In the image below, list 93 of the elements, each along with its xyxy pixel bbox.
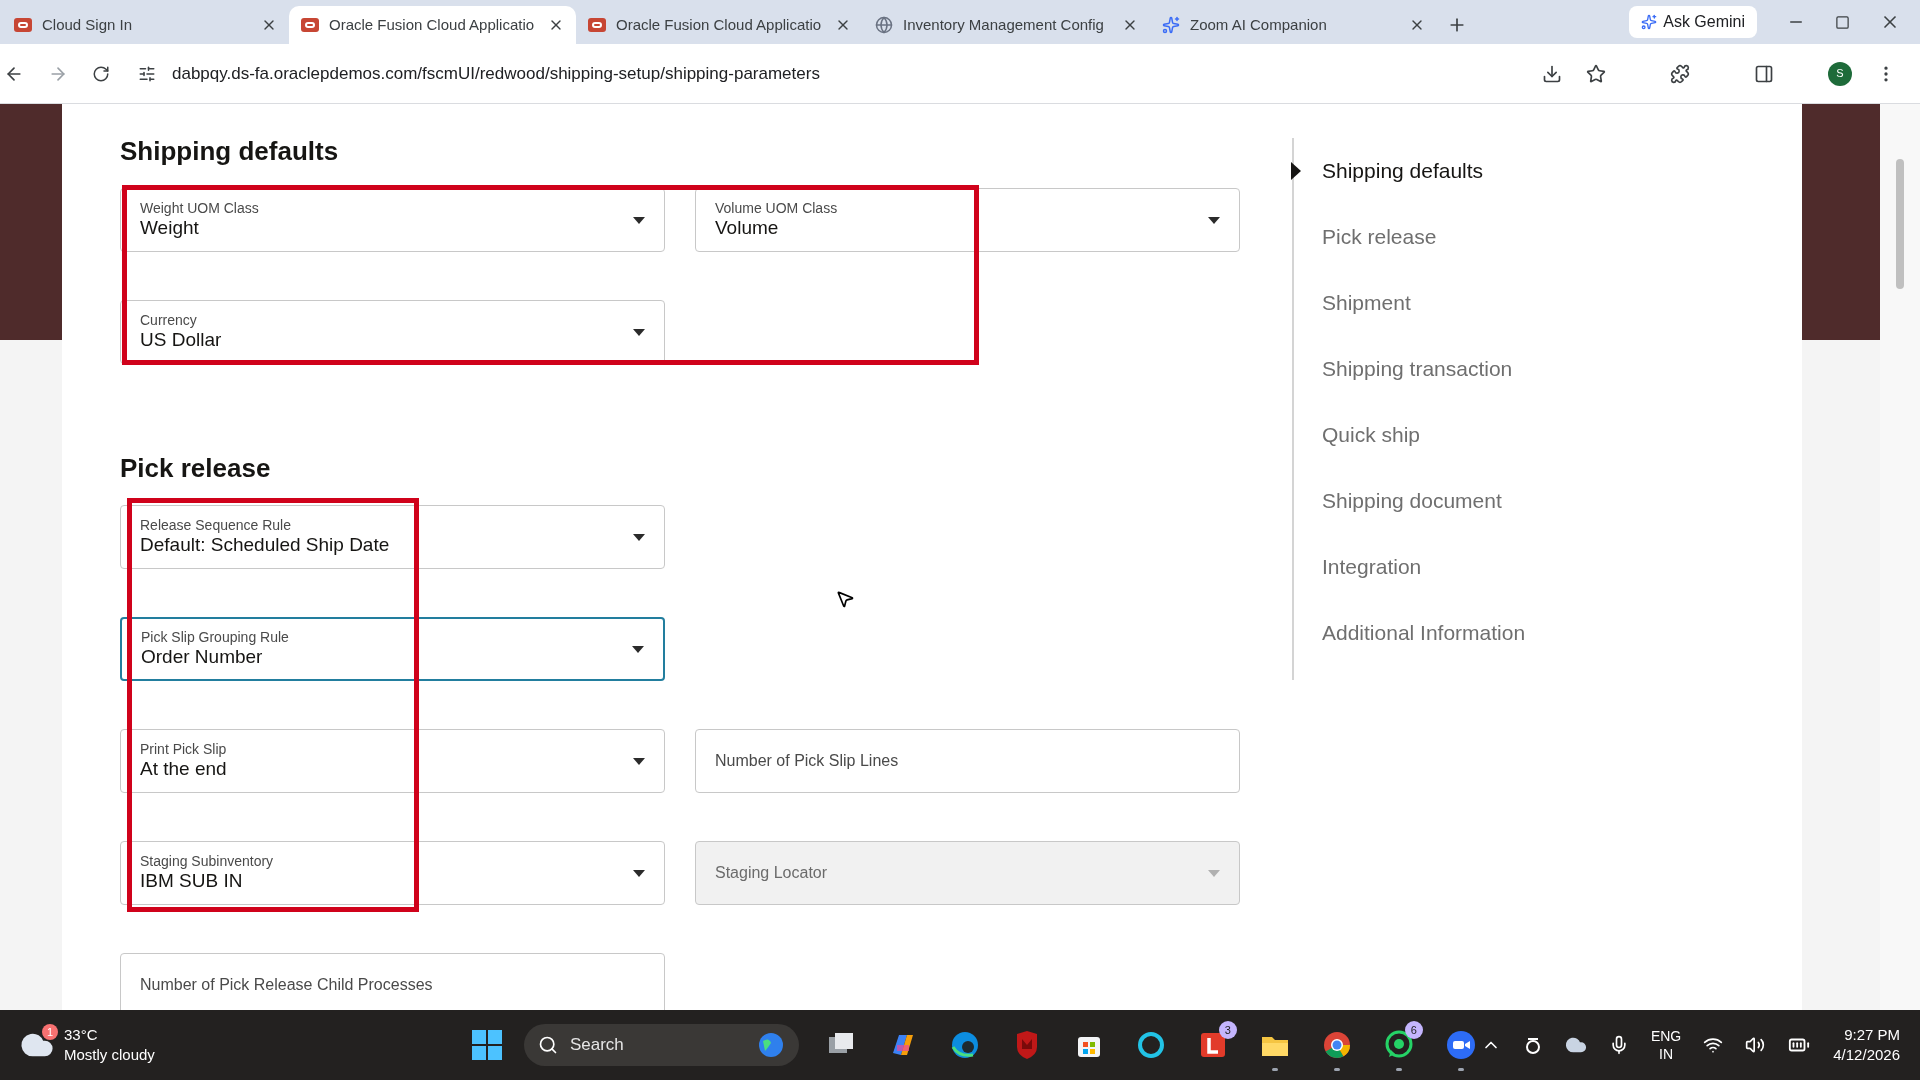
- browser-tab[interactable]: Zoom AI Companion: [1150, 6, 1437, 44]
- field-label: Staging Locator: [715, 863, 828, 883]
- reload-icon[interactable]: [92, 64, 110, 83]
- section-heading: Pick release: [120, 452, 272, 485]
- nav-link[interactable]: Additional Information: [1322, 617, 1526, 649]
- search-icon: [537, 1035, 558, 1055]
- notification-badge: 3: [1218, 1021, 1237, 1039]
- input-field[interactable]: Number of Pick Slip Lines: [695, 729, 1240, 793]
- search-placeholder: Search: [569, 1034, 625, 1057]
- field-label: Pick Slip Grouping Rule: [141, 629, 289, 645]
- browser-tab[interactable]: Oracle Fusion Cloud Applicatio: [576, 6, 863, 44]
- field-label: Print Pick Slip: [140, 741, 227, 757]
- sparkle-icon: [1162, 16, 1180, 34]
- dropdown-field[interactable]: Currency US Dollar: [120, 300, 665, 364]
- address-field[interactable]: dabpqy.ds-fa.oraclepdemos.com/fscmUI/redwood/shipping-setup/shipping-parameters: [134, 53, 1518, 94]
- dropdown-caret-icon: [633, 757, 645, 765]
- dropdown-field[interactable]: Pick Slip Grouping Rule Order Number: [120, 617, 665, 681]
- windows-logo-icon[interactable]: [471, 1030, 502, 1060]
- tab-title: Cloud Sign In: [42, 14, 134, 35]
- field-label: Number of Pick Slip Lines: [715, 751, 899, 771]
- notification-badge: 1: [42, 1024, 58, 1040]
- input-field[interactable]: Number of Pick Release Child Processes: [120, 953, 665, 1010]
- field-value: Volume: [715, 216, 780, 240]
- browser-tab[interactable]: Inventory Management Config: [863, 6, 1150, 44]
- field-value: Weight: [140, 216, 200, 240]
- profile-avatar[interactable]: S: [1828, 61, 1852, 86]
- clock-time[interactable]: 9:27 PM: [1844, 1025, 1900, 1045]
- browser-tab[interactable]: Cloud Sign In: [2, 6, 289, 44]
- dropdown-caret-icon: [1208, 869, 1220, 877]
- maximize-icon[interactable]: [1835, 14, 1850, 30]
- gemini-button[interactable]: Ask Gemini: [1629, 6, 1757, 38]
- nav-link[interactable]: Quick ship: [1322, 419, 1421, 451]
- sparkle-icon: [1641, 14, 1658, 30]
- oracle-logo-icon: [301, 18, 319, 32]
- field-label: Staging Subinventory: [140, 853, 274, 869]
- extensions-icon[interactable]: [1670, 63, 1690, 84]
- oracle-logo-icon: [14, 18, 32, 32]
- running-indicator: [1395, 1068, 1402, 1071]
- field-value: US Dollar: [140, 328, 222, 352]
- field-value: Default: Scheduled Ship Date: [140, 533, 390, 557]
- dropdown-field[interactable]: Print Pick Slip At the end: [120, 729, 665, 793]
- dropdown-caret-icon: [1208, 216, 1220, 224]
- nav-link[interactable]: Shipping document: [1322, 485, 1502, 517]
- browser-tab[interactable]: Oracle Fusion Cloud Applicatio: [289, 6, 576, 44]
- field-value: Order Number: [141, 645, 264, 669]
- notification-badge: 6: [1404, 1021, 1423, 1039]
- speaker-icon[interactable]: [1745, 1035, 1766, 1055]
- camera-logo-icon[interactable]: [1444, 1029, 1477, 1061]
- nav-link[interactable]: Pick release: [1322, 221, 1437, 253]
- bookmark-icon[interactable]: [1586, 63, 1606, 84]
- field-label: Volume UOM Class: [715, 200, 838, 216]
- weather-text: Mostly cloudy: [64, 1045, 155, 1065]
- nav-link[interactable]: Shipping transaction: [1322, 353, 1513, 385]
- nav-link[interactable]: Shipping defaults: [1322, 155, 1484, 187]
- globe-icon: [875, 16, 893, 34]
- tab-title: Zoom AI Companion: [1190, 14, 1328, 35]
- field-value: IBM SUB IN: [140, 869, 244, 893]
- dropdown-caret-icon: [632, 645, 644, 653]
- install-icon[interactable]: [1542, 63, 1562, 84]
- field-label: Currency: [140, 312, 198, 328]
- dropdown-field[interactable]: Staging Subinventory IBM SUB IN: [120, 841, 665, 905]
- language-text[interactable]: ENG: [1650, 1027, 1682, 1045]
- taskbar-search-field[interactable]: Search: [523, 1024, 799, 1066]
- dropdown-caret-icon: [633, 216, 645, 224]
- field-label: Release Sequence Rule: [140, 517, 292, 533]
- nav-link[interactable]: Shipment: [1322, 287, 1411, 319]
- section-heading: Shipping defaults: [120, 135, 340, 168]
- field-value: At the end: [140, 757, 227, 781]
- running-indicator: [1333, 1068, 1340, 1071]
- tab-title: Oracle Fusion Cloud Applicatio: [329, 14, 536, 35]
- dropdown-field[interactable]: Weight UOM Class Weight: [120, 188, 665, 252]
- side-panel-icon[interactable]: [1754, 63, 1774, 84]
- site-settings-icon[interactable]: [138, 64, 156, 83]
- tab-title: Inventory Management Config: [903, 14, 1105, 35]
- tab-title: Oracle Fusion Cloud Applicatio: [616, 14, 823, 35]
- oracle-logo-icon: [588, 18, 606, 32]
- clock-date[interactable]: 4/12/2026: [1833, 1045, 1900, 1065]
- dropdown-caret-icon: [633, 533, 645, 541]
- field-label: Weight UOM Class: [140, 200, 259, 216]
- running-indicator: [1457, 1068, 1464, 1071]
- scrollbar[interactable]: [1880, 104, 1920, 1010]
- dropdown-field[interactable]: Volume UOM Class Volume: [695, 188, 1240, 252]
- field-label: Number of Pick Release Child Processes: [140, 975, 433, 995]
- region-text[interactable]: IN: [1659, 1045, 1674, 1063]
- temperature-text: 33°C: [64, 1025, 99, 1045]
- dropdown-caret-icon: [633, 869, 645, 877]
- nav-link[interactable]: Integration: [1322, 551, 1422, 583]
- globe-icon: [756, 1031, 785, 1059]
- wifi-icon[interactable]: [1703, 1035, 1724, 1055]
- dropdown-field[interactable]: Release Sequence Rule Default: Scheduled Ship Date: [120, 505, 665, 569]
- running-indicator: [1271, 1068, 1278, 1071]
- dropdown-caret-icon: [633, 328, 645, 336]
- url-text: dabpqy.ds-fa.oraclepdemos.com/fscmUI/redwood/shipping-setup/shipping-parameters: [172, 62, 820, 85]
